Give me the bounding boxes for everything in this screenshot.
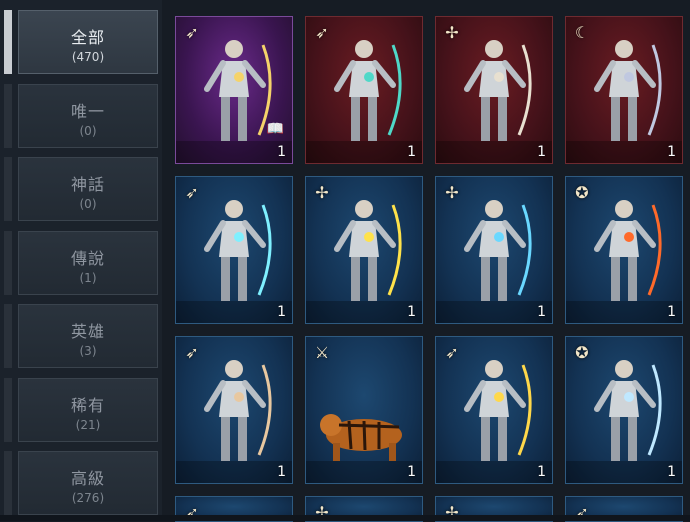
demon-red-portrait xyxy=(569,195,679,311)
category-tab-1[interactable]: 唯一 (0) xyxy=(18,83,158,148)
category-tab-6[interactable]: 高級 (276) xyxy=(18,451,158,515)
card-grid: ➶ 📖 1 ➶ 1 ✢ 1 ☾ 1 ➶ 1 ✢ 1 ✢ 1 ✪ 1 ➶ 1 ⚔ 1 ➶ 1 ✪ 1 ➶ ✢ ✢ ➶ xyxy=(172,10,690,522)
tab-indicator xyxy=(4,377,12,442)
card-footer xyxy=(306,461,422,483)
character-card[interactable]: ➶ 📖 1 xyxy=(175,16,293,164)
card-footer xyxy=(306,301,422,323)
bow-icon: ➶ xyxy=(315,23,329,42)
spear-icon: ✢ xyxy=(445,183,459,202)
card-quantity: 1 xyxy=(537,304,546,320)
character-card[interactable]: ➶ 1 xyxy=(175,176,293,324)
tab-indicator xyxy=(4,157,12,221)
card-quantity: 1 xyxy=(537,144,546,160)
card-footer xyxy=(176,301,292,323)
character-card[interactable]: ➶ 1 xyxy=(435,336,553,484)
card-quantity: 1 xyxy=(667,464,676,480)
character-card[interactable]: ✢ 1 xyxy=(305,176,423,324)
card-footer xyxy=(176,141,292,163)
card-footer xyxy=(176,461,292,483)
category-count: (470) xyxy=(71,50,105,64)
book-icon: 📖 xyxy=(266,121,284,137)
beast-icon: ✪ xyxy=(575,183,589,202)
character-card[interactable]: ⚔ 1 xyxy=(305,336,423,484)
bow-icon: ➶ xyxy=(445,343,459,362)
category-tab-2[interactable]: 神話 (0) xyxy=(18,157,158,221)
card-quantity: 1 xyxy=(407,144,416,160)
character-card[interactable]: ☾ 1 xyxy=(565,16,683,164)
card-footer xyxy=(566,461,682,483)
cloaked-archer-portrait xyxy=(439,355,549,471)
category-tab-3[interactable]: 傳說 (1) xyxy=(18,230,158,295)
card-footer xyxy=(566,141,682,163)
category-name: 稀有 xyxy=(70,395,105,415)
character-card[interactable]: ➶ 1 xyxy=(175,336,293,484)
category-tab-4[interactable]: 英雄 (3) xyxy=(18,304,158,368)
tab-indicator xyxy=(4,451,12,515)
character-card[interactable]: ✪ 1 xyxy=(565,336,683,484)
character-card[interactable]: ➶ 1 xyxy=(305,16,423,164)
card-footer xyxy=(436,461,552,483)
bow-icon: ➶ xyxy=(185,183,199,202)
tiger-portrait xyxy=(309,355,419,471)
claw-icon: ⚔ xyxy=(314,343,330,362)
category-count: (3) xyxy=(79,344,97,358)
spear-icon: ✢ xyxy=(445,23,459,42)
card-quantity: 1 xyxy=(407,464,416,480)
archer-teal-portrait xyxy=(309,35,419,151)
category-count: (1) xyxy=(79,270,97,285)
tab-indicator xyxy=(4,83,12,148)
category-sidebar: 全部 (470) 唯一 (0) 神話 (0) 傳說 (1) 英雄 (3) 稀有 (21) 高級 (276) xyxy=(0,0,162,521)
category-tab-5[interactable]: 稀有 (21) xyxy=(18,377,158,442)
category-count: (21) xyxy=(75,417,101,432)
character-card[interactable]: ✢ 1 xyxy=(435,16,553,164)
character-card[interactable]: ✪ 1 xyxy=(565,176,683,324)
category-name: 唯一 xyxy=(70,101,105,121)
tab-indicator xyxy=(4,304,12,368)
spearman-white-portrait xyxy=(439,35,549,151)
skeleton-lancer-portrait xyxy=(569,355,679,471)
card-footer xyxy=(436,141,552,163)
card-quantity: 1 xyxy=(537,464,546,480)
bow-icon: ➶ xyxy=(185,23,199,42)
spear-icon: ✢ xyxy=(315,183,329,202)
card-footer xyxy=(306,141,422,163)
beast-icon: ✪ xyxy=(575,343,589,362)
scythe-icon: ☾ xyxy=(574,23,590,42)
lancer-runner-portrait xyxy=(439,195,549,311)
tab-indicator xyxy=(4,230,12,295)
bow-icon: ➶ xyxy=(185,343,199,362)
category-count: (0) xyxy=(79,197,97,211)
bottom-edge xyxy=(0,515,690,521)
category-name: 高級 xyxy=(70,469,105,488)
category-name: 神話 xyxy=(70,175,105,194)
knight-armored-portrait xyxy=(309,195,419,311)
card-quantity: 1 xyxy=(667,144,676,160)
category-name: 全部 xyxy=(70,28,105,47)
card-quantity: 1 xyxy=(277,144,286,160)
archer-tan-portrait xyxy=(179,355,289,471)
category-name: 傳說 xyxy=(70,248,105,268)
card-quantity: 1 xyxy=(277,304,286,320)
category-tab-0[interactable]: 全部 (470) xyxy=(18,10,158,74)
category-count: (276) xyxy=(71,491,105,505)
card-quantity: 1 xyxy=(277,464,286,480)
reaper-dark-portrait xyxy=(569,35,679,151)
tab-indicator xyxy=(4,10,12,74)
card-quantity: 1 xyxy=(407,304,416,320)
card-footer xyxy=(436,301,552,323)
character-card[interactable]: ✢ 1 xyxy=(435,176,553,324)
category-name: 英雄 xyxy=(70,322,105,341)
card-footer xyxy=(566,301,682,323)
category-count: (0) xyxy=(79,123,97,138)
card-quantity: 1 xyxy=(667,304,676,320)
archer-white-portrait xyxy=(179,195,289,311)
